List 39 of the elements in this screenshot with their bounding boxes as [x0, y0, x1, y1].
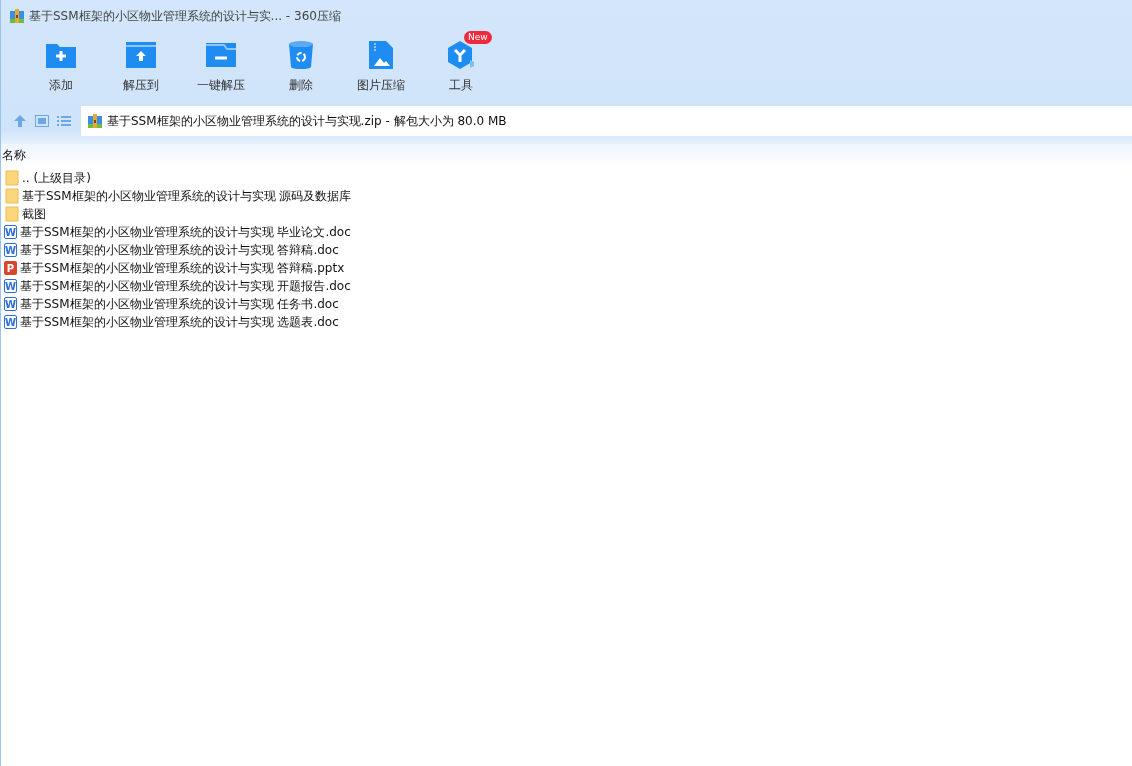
word-document-icon: W: [4, 225, 17, 239]
word-document-icon: W: [4, 297, 17, 311]
folder-upload-icon: [125, 41, 157, 69]
window-title: 基于SSM框架的小区物业管理系统的设计与实... - 360压缩: [29, 7, 341, 25]
folder-icon: [5, 170, 19, 186]
folder-icon: [5, 206, 19, 222]
file-name[interactable]: .. (上级目录): [22, 169, 91, 187]
column-header[interactable]: 名称: [2, 148, 26, 162]
folder-minus-icon: [205, 42, 237, 68]
toolbar-button[interactable]: 添加: [21, 32, 101, 100]
toolbar-button[interactable]: New 工具: [421, 32, 501, 100]
folder-icon: [5, 188, 19, 204]
toolbar-button[interactable]: 图片压缩: [341, 32, 421, 100]
file-name[interactable]: 基于SSM框架的小区物业管理系统的设计与实现 源码及数据库: [22, 187, 352, 205]
word-document-icon: W: [4, 279, 17, 293]
word-document-icon: W: [4, 315, 17, 329]
toolbar-button[interactable]: 删除: [261, 32, 341, 100]
image-file-icon: [368, 40, 394, 70]
archive-icon: [9, 8, 25, 24]
address-field[interactable]: 基于SSM框架的小区物业管理系统的设计与实现.zip - 解包大小为 80.0 MB: [81, 106, 1132, 136]
file-name[interactable]: 基于SSM框架的小区物业管理系统的设计与实现 毕业论文.doc: [20, 223, 351, 241]
file-name[interactable]: 基于SSM框架的小区物业管理系统的设计与实现 开题报告.doc: [20, 277, 351, 295]
file-name[interactable]: 基于SSM框架的小区物业管理系统的设计与实现 答辩稿.doc: [20, 241, 339, 259]
file-name[interactable]: 基于SSM框架的小区物业管理系统的设计与实现 选题表.doc: [20, 313, 339, 331]
toolbar-button[interactable]: 一键解压: [181, 32, 261, 100]
word-document-icon: W: [4, 243, 17, 257]
new-badge: New: [464, 31, 492, 44]
file-name[interactable]: 基于SSM框架的小区物业管理系统的设计与实现 任务书.doc: [20, 295, 339, 313]
file-name[interactable]: 截图: [22, 205, 46, 223]
list-view-icon[interactable]: [57, 115, 71, 127]
toolbar-button[interactable]: 解压到: [101, 32, 181, 100]
up-arrow-icon[interactable]: [13, 114, 27, 128]
archive-icon: [87, 113, 103, 129]
panel-view-icon[interactable]: [35, 115, 49, 127]
file-name[interactable]: 基于SSM框架的小区物业管理系统的设计与实现 答辩稿.pptx: [20, 259, 345, 277]
hexagon-y-icon: [446, 40, 476, 70]
trash-bin-icon: [288, 40, 314, 70]
powerpoint-document-icon: P: [4, 261, 17, 275]
folder-plus-icon: [45, 41, 77, 69]
